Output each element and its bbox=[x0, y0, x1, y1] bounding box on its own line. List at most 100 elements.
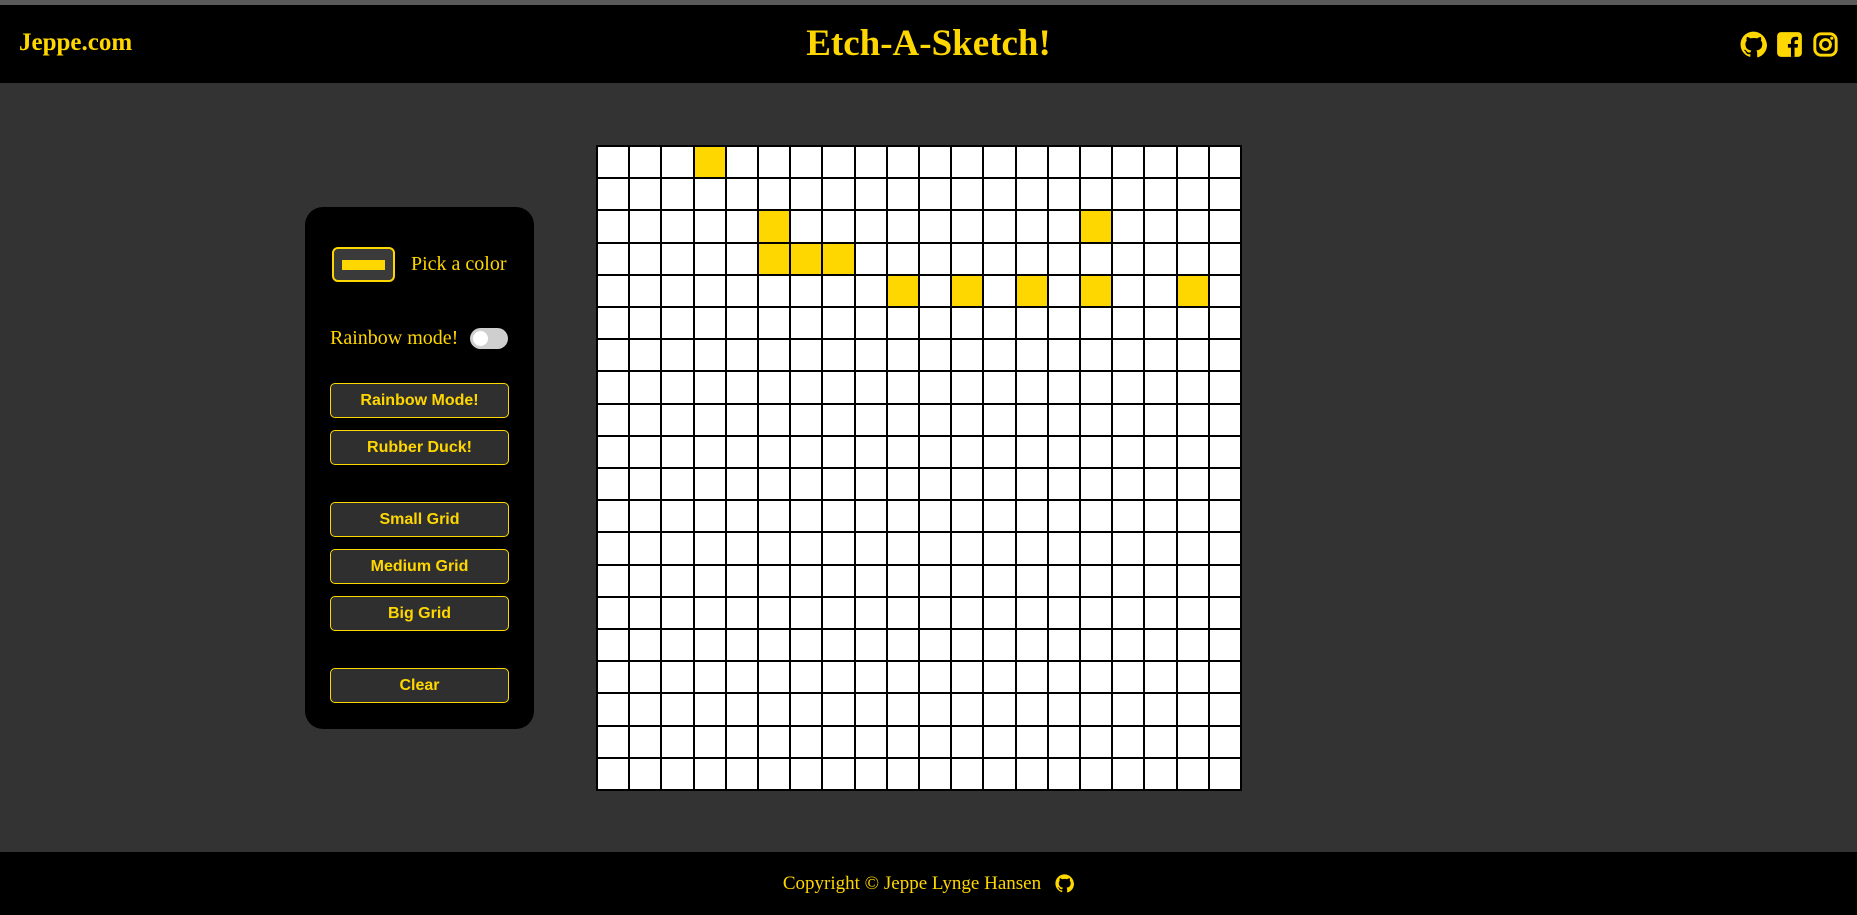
grid-cell[interactable] bbox=[886, 661, 919, 694]
grid-cell[interactable] bbox=[661, 210, 694, 243]
grid-cell[interactable] bbox=[1144, 468, 1177, 501]
grid-cell[interactable] bbox=[919, 274, 952, 307]
small-grid-button[interactable]: Small Grid bbox=[330, 502, 509, 537]
clear-button[interactable]: Clear bbox=[330, 668, 509, 703]
grid-cell[interactable] bbox=[1047, 435, 1080, 468]
grid-cell[interactable] bbox=[1015, 435, 1048, 468]
grid-cell[interactable] bbox=[725, 693, 758, 726]
grid-cell[interactable] bbox=[597, 242, 630, 275]
grid-cell[interactable] bbox=[822, 210, 855, 243]
grid-cell[interactable] bbox=[1047, 146, 1080, 179]
grid-cell[interactable] bbox=[597, 596, 630, 629]
grid-cell[interactable] bbox=[822, 371, 855, 404]
grid-cell[interactable] bbox=[983, 661, 1016, 694]
grid-cell[interactable] bbox=[661, 661, 694, 694]
grid-cell[interactable] bbox=[822, 500, 855, 533]
grid-cell[interactable] bbox=[758, 307, 791, 340]
grid-cell[interactable] bbox=[1112, 468, 1145, 501]
grid-cell[interactable] bbox=[725, 242, 758, 275]
grid-cell[interactable] bbox=[886, 274, 919, 307]
grid-cell[interactable] bbox=[822, 629, 855, 662]
grid-cell[interactable] bbox=[854, 629, 887, 662]
grid-cell[interactable] bbox=[951, 596, 984, 629]
grid-cell[interactable] bbox=[951, 757, 984, 790]
grid-cell[interactable] bbox=[1208, 210, 1241, 243]
grid-cell[interactable] bbox=[790, 339, 823, 372]
grid-cell[interactable] bbox=[919, 564, 952, 597]
grid-cell[interactable] bbox=[693, 661, 726, 694]
grid-cell[interactable] bbox=[1080, 468, 1113, 501]
grid-cell[interactable] bbox=[790, 596, 823, 629]
grid-cell[interactable] bbox=[1047, 661, 1080, 694]
grid-cell[interactable] bbox=[1015, 725, 1048, 758]
grid-cell[interactable] bbox=[886, 178, 919, 211]
grid-cell[interactable] bbox=[1080, 146, 1113, 179]
grid-cell[interactable] bbox=[693, 178, 726, 211]
grid-cell[interactable] bbox=[1080, 403, 1113, 436]
grid-cell[interactable] bbox=[790, 178, 823, 211]
grid-cell[interactable] bbox=[1047, 757, 1080, 790]
grid-cell[interactable] bbox=[1208, 725, 1241, 758]
grid-cell[interactable] bbox=[919, 242, 952, 275]
grid-cell[interactable] bbox=[790, 693, 823, 726]
grid-cell[interactable] bbox=[661, 146, 694, 179]
grid-cell[interactable] bbox=[790, 629, 823, 662]
grid-cell[interactable] bbox=[919, 725, 952, 758]
grid-cell[interactable] bbox=[919, 339, 952, 372]
grid-cell[interactable] bbox=[1047, 210, 1080, 243]
grid-cell[interactable] bbox=[1112, 274, 1145, 307]
grid-cell[interactable] bbox=[1144, 564, 1177, 597]
grid-cell[interactable] bbox=[1080, 242, 1113, 275]
grid-cell[interactable] bbox=[886, 500, 919, 533]
grid-cell[interactable] bbox=[758, 371, 791, 404]
grid-cell[interactable] bbox=[1047, 468, 1080, 501]
grid-cell[interactable] bbox=[1080, 596, 1113, 629]
grid-cell[interactable] bbox=[983, 757, 1016, 790]
grid-cell[interactable] bbox=[1015, 371, 1048, 404]
grid-cell[interactable] bbox=[790, 274, 823, 307]
grid-cell[interactable] bbox=[854, 339, 887, 372]
grid-cell[interactable] bbox=[822, 339, 855, 372]
grid-cell[interactable] bbox=[1112, 757, 1145, 790]
grid-cell[interactable] bbox=[1208, 564, 1241, 597]
grid-cell[interactable] bbox=[758, 693, 791, 726]
grid-cell[interactable] bbox=[983, 693, 1016, 726]
grid-cell[interactable] bbox=[1144, 532, 1177, 565]
grid-cell[interactable] bbox=[983, 146, 1016, 179]
grid-cell[interactable] bbox=[629, 307, 662, 340]
grid-cell[interactable] bbox=[693, 146, 726, 179]
grid-cell[interactable] bbox=[758, 242, 791, 275]
grid-cell[interactable] bbox=[661, 435, 694, 468]
grid-cell[interactable] bbox=[725, 274, 758, 307]
grid-cell[interactable] bbox=[1112, 725, 1145, 758]
grid-cell[interactable] bbox=[1144, 371, 1177, 404]
grid-cell[interactable] bbox=[822, 596, 855, 629]
grid-cell[interactable] bbox=[597, 210, 630, 243]
grid-cell[interactable] bbox=[951, 500, 984, 533]
grid-cell[interactable] bbox=[822, 274, 855, 307]
grid-cell[interactable] bbox=[1080, 307, 1113, 340]
grid-cell[interactable] bbox=[822, 693, 855, 726]
grid-cell[interactable] bbox=[951, 178, 984, 211]
grid-cell[interactable] bbox=[1080, 693, 1113, 726]
grid-cell[interactable] bbox=[854, 757, 887, 790]
grid-cell[interactable] bbox=[1176, 629, 1209, 662]
grid-cell[interactable] bbox=[1015, 307, 1048, 340]
grid-cell[interactable] bbox=[1176, 532, 1209, 565]
grid-cell[interactable] bbox=[983, 210, 1016, 243]
grid-cell[interactable] bbox=[758, 725, 791, 758]
grid-cell[interactable] bbox=[886, 757, 919, 790]
grid-cell[interactable] bbox=[886, 146, 919, 179]
grid-cell[interactable] bbox=[725, 307, 758, 340]
grid-cell[interactable] bbox=[1208, 693, 1241, 726]
grid-cell[interactable] bbox=[758, 435, 791, 468]
grid-cell[interactable] bbox=[919, 500, 952, 533]
grid-cell[interactable] bbox=[1047, 242, 1080, 275]
grid-cell[interactable] bbox=[758, 661, 791, 694]
grid-cell[interactable] bbox=[1176, 307, 1209, 340]
grid-cell[interactable] bbox=[983, 500, 1016, 533]
grid-cell[interactable] bbox=[1208, 146, 1241, 179]
grid-cell[interactable] bbox=[983, 178, 1016, 211]
grid-cell[interactable] bbox=[1015, 468, 1048, 501]
grid-cell[interactable] bbox=[1080, 564, 1113, 597]
